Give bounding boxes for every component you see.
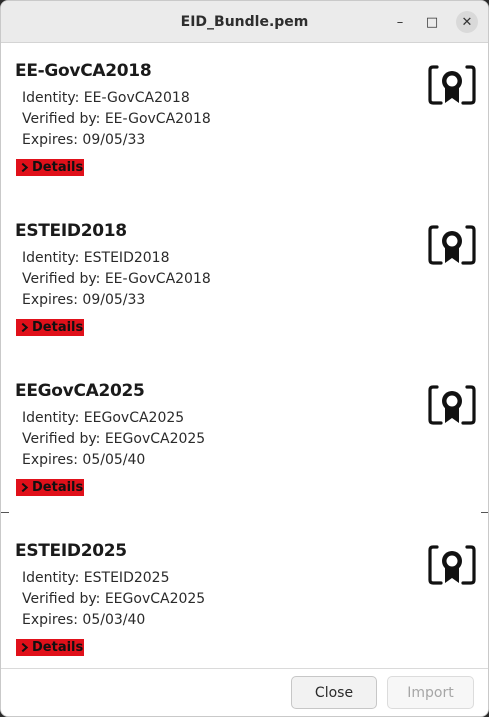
close-button[interactable]: Close: [291, 676, 377, 709]
chevron-right-icon: [21, 482, 29, 493]
certificate-name: ESTEID2018: [15, 221, 127, 241]
resize-marker-left: [1, 512, 9, 513]
certificate-icon: [428, 545, 476, 585]
certificate-identity: Identity: ESTEID2025: [22, 570, 170, 586]
details-expander[interactable]: Details: [16, 319, 85, 336]
certificate-name: EE-GovCA2018: [15, 61, 152, 81]
certificate-verified-by: Verified by: EE-GovCA2018: [22, 111, 211, 127]
dialog-footer: Close Import: [1, 668, 488, 716]
window-close-button[interactable]: ✕: [456, 11, 478, 33]
chevron-right-icon: [21, 162, 29, 173]
details-label: Details: [32, 640, 84, 655]
certificate-expires: Expires: 05/05/40: [22, 452, 146, 468]
certificate-entry: ESTEID2018 Identity: ESTEID2018 Verified…: [1, 203, 488, 363]
details-label: Details: [32, 160, 84, 175]
certificate-expires: Expires: 09/05/33: [22, 292, 146, 308]
details-expander[interactable]: Details: [16, 639, 85, 656]
details-expander[interactable]: Details: [16, 159, 85, 176]
details-label: Details: [32, 480, 84, 495]
certificate-identity: Identity: EEGovCA2025: [22, 410, 185, 426]
chevron-right-icon: [21, 322, 29, 333]
maximize-button[interactable]: □: [421, 11, 443, 33]
certificate-identity: Identity: ESTEID2018: [22, 250, 170, 266]
certificate-verified-by: Verified by: EEGovCA2025: [22, 591, 206, 607]
certificate-list: EE-GovCA2018 Identity: EE-GovCA2018 Veri…: [1, 43, 488, 668]
certificate-icon: [428, 385, 476, 425]
certificate-icon: [428, 225, 476, 265]
certificate-entry: EEGovCA2025 Identity: EEGovCA2025 Verifi…: [1, 363, 488, 523]
certificate-entry: ESTEID2025 Identity: ESTEID2025 Verified…: [1, 523, 488, 668]
titlebar[interactable]: EID_Bundle.pem – □ ✕: [1, 1, 488, 43]
certificate-expires: Expires: 09/05/33: [22, 132, 146, 148]
import-button[interactable]: Import: [387, 676, 474, 709]
certificate-expires: Expires: 05/03/40: [22, 612, 146, 628]
certificate-viewer-window: EID_Bundle.pem – □ ✕ EE-GovCA2018 Identi…: [0, 0, 489, 717]
certificate-verified-by: Verified by: EEGovCA2025: [22, 431, 206, 447]
window-title: EID_Bundle.pem: [180, 14, 309, 30]
details-label: Details: [32, 320, 84, 335]
certificate-name: EEGovCA2025: [15, 381, 145, 401]
certificate-icon: [428, 65, 476, 105]
certificate-entry: EE-GovCA2018 Identity: EE-GovCA2018 Veri…: [1, 43, 488, 203]
details-expander[interactable]: Details: [16, 479, 85, 496]
chevron-right-icon: [21, 642, 29, 653]
minimize-button[interactable]: –: [389, 11, 411, 33]
resize-marker-right: [481, 512, 488, 513]
certificate-name: ESTEID2025: [15, 541, 127, 561]
certificate-verified-by: Verified by: EE-GovCA2018: [22, 271, 211, 287]
certificate-identity: Identity: EE-GovCA2018: [22, 90, 190, 106]
